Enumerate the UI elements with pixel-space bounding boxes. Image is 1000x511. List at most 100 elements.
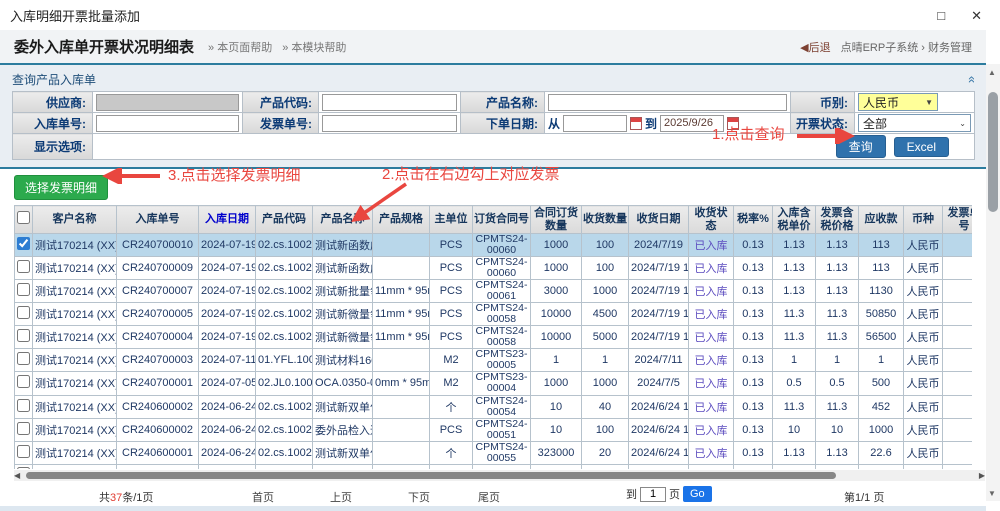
product-code-input[interactable] [322, 94, 457, 111]
product-name-input[interactable] [548, 94, 787, 111]
cell-customer: 测试170214 (XX) [33, 349, 117, 372]
received-status-link[interactable]: 已入库 [695, 240, 728, 252]
prev-page-link[interactable]: 上页 [330, 489, 352, 505]
received-status-link[interactable]: 已入库 [695, 402, 728, 414]
row-checkbox[interactable] [17, 329, 30, 342]
invoice-status-select[interactable]: 全部 ⌄ [858, 114, 971, 132]
date-from-input[interactable] [563, 115, 627, 132]
received-status-link[interactable]: 已入库 [695, 448, 728, 460]
received-status-link[interactable]: 已入库 [695, 332, 728, 344]
row-checkbox[interactable] [17, 467, 30, 469]
cell-product-name: 测试新双单位 [313, 441, 373, 464]
row-checkbox[interactable] [17, 283, 30, 296]
cell-contract-qty: 10000 [531, 303, 582, 326]
select-all-checkbox[interactable] [17, 211, 30, 224]
currency-select[interactable]: 人民币 ▼ [858, 93, 938, 111]
cell-tax-rate: 0.13 [734, 280, 773, 303]
row-checkbox[interactable] [17, 237, 30, 250]
col-header-invoice-no: 发票单号 [943, 206, 973, 234]
back-button[interactable]: ◀后退 [800, 39, 830, 55]
table-body: 测试170214 (XX)CR2407000102024-07-1902.cs.… [15, 234, 973, 469]
scroll-left-icon[interactable]: ◀ [14, 470, 20, 481]
row-checkbox[interactable] [17, 352, 30, 365]
cell-receivable: 1 [859, 349, 904, 372]
cell-received-status: 已入库 [689, 326, 734, 349]
scroll-right-icon[interactable]: ▶ [979, 470, 985, 481]
maximize-icon[interactable]: □ [937, 9, 945, 22]
page-help-link[interactable]: » 本页面帮助 [208, 39, 272, 55]
cell-received-status: 已入库 [689, 257, 734, 280]
cell-customer: 测试170214 (XX) [33, 303, 117, 326]
last-page-link[interactable]: 尾页 [478, 489, 500, 505]
cell-receipt-date: 2024-07-19 [199, 257, 256, 280]
excel-export-button[interactable]: Excel [894, 137, 949, 157]
cell-spec [373, 349, 430, 372]
window-title: 入库明细开票批量添加 [10, 6, 140, 25]
cell-tax-rate: 0.13 [734, 372, 773, 395]
invoice-no-input[interactable] [322, 115, 457, 132]
row-checkbox[interactable] [17, 445, 30, 458]
cell-product-code: 02.cs.100244 [256, 395, 313, 418]
row-checkbox[interactable] [17, 375, 30, 388]
col-header-contract-qty: 合同订货数量 [531, 206, 582, 234]
select-invoice-detail-button[interactable]: 选择发票明细 [14, 175, 108, 200]
cell-invoice-no [943, 257, 973, 280]
goto-prefix: 到 [626, 486, 637, 502]
received-status-link[interactable]: 已入库 [695, 355, 728, 367]
cell-unit-price-tax: 11.3 [773, 303, 816, 326]
cell-spec: 11mm * 95m [373, 280, 430, 303]
receipt-no-input[interactable] [96, 115, 239, 132]
page-number-input[interactable] [640, 487, 666, 502]
go-button[interactable]: Go [683, 486, 712, 502]
next-page-link[interactable]: 下页 [408, 489, 430, 505]
cell-contract-no: CPMTS23-00005 [473, 349, 531, 372]
row-checkbox-cell [15, 257, 33, 280]
cell-tax-rate: 0.13 [734, 464, 773, 469]
received-status-link[interactable]: 已入库 [695, 263, 728, 275]
received-status-link[interactable]: 已入库 [695, 309, 728, 321]
breadcrumb[interactable]: 点晴ERP子系统 › 财务管理 [841, 39, 972, 55]
cell-invoice-price-tax: 10 [816, 464, 859, 469]
col-header-contract-no: 订货合同号 [473, 206, 531, 234]
row-checkbox[interactable] [17, 306, 30, 319]
cell-receivable: 56500 [859, 326, 904, 349]
search-button[interactable]: 查询 [836, 135, 886, 158]
row-checkbox-cell [15, 441, 33, 464]
cell-product-code: 02.JL0.10000 [256, 372, 313, 395]
cell-product-name: OCA.0350-00 [313, 372, 373, 395]
cell-product-code: 01.YFL.10000 [256, 349, 313, 372]
received-status-link[interactable]: 已入库 [695, 378, 728, 390]
cell-received-status: 已入库 [689, 464, 734, 469]
cell-spec [373, 418, 430, 441]
calendar-icon[interactable] [727, 117, 739, 130]
cell-product-code: 02.cs.100241 [256, 234, 313, 257]
received-status-link[interactable]: 已入库 [695, 286, 728, 298]
cell-receipt-date: 2024-07-19 [199, 303, 256, 326]
horizontal-scrollbar-thumb[interactable] [26, 472, 836, 479]
cell-invoice-price-tax: 11.3 [816, 395, 859, 418]
scroll-down-icon[interactable]: ▼ [988, 489, 996, 498]
scroll-up-icon[interactable]: ▲ [988, 68, 996, 77]
date-to-input[interactable] [660, 115, 724, 132]
col-header-received-status: 收货状态 [689, 206, 734, 234]
row-checkbox[interactable] [17, 260, 30, 273]
cell-received-date: 2024/7/19 10 [629, 326, 689, 349]
row-checkbox[interactable] [17, 422, 30, 435]
horizontal-scrollbar[interactable]: ◀ ▶ [14, 470, 985, 481]
vertical-scrollbar[interactable]: ▲ ▼ [986, 64, 1000, 501]
cell-unit-price-tax: 1.13 [773, 441, 816, 464]
module-help-link[interactable]: » 本模块帮助 [282, 39, 346, 55]
calendar-icon[interactable] [630, 117, 642, 130]
vertical-scrollbar-thumb[interactable] [988, 92, 998, 212]
row-checkbox[interactable] [17, 399, 30, 412]
collapse-panel-icon[interactable]: » [963, 75, 978, 82]
cell-receipt-no: CR240700007 [117, 280, 199, 303]
cell-received-status: 已入库 [689, 349, 734, 372]
row-checkbox-cell [15, 349, 33, 372]
cell-product-code: 02.cs.100245 [256, 418, 313, 441]
cell-receipt-no: CR240700005 [117, 303, 199, 326]
close-icon[interactable]: ✕ [971, 9, 982, 22]
first-page-link[interactable]: 首页 [252, 489, 274, 505]
col-header-receipt-no: 入库单号 [117, 206, 199, 234]
received-status-link[interactable]: 已入库 [695, 425, 728, 437]
